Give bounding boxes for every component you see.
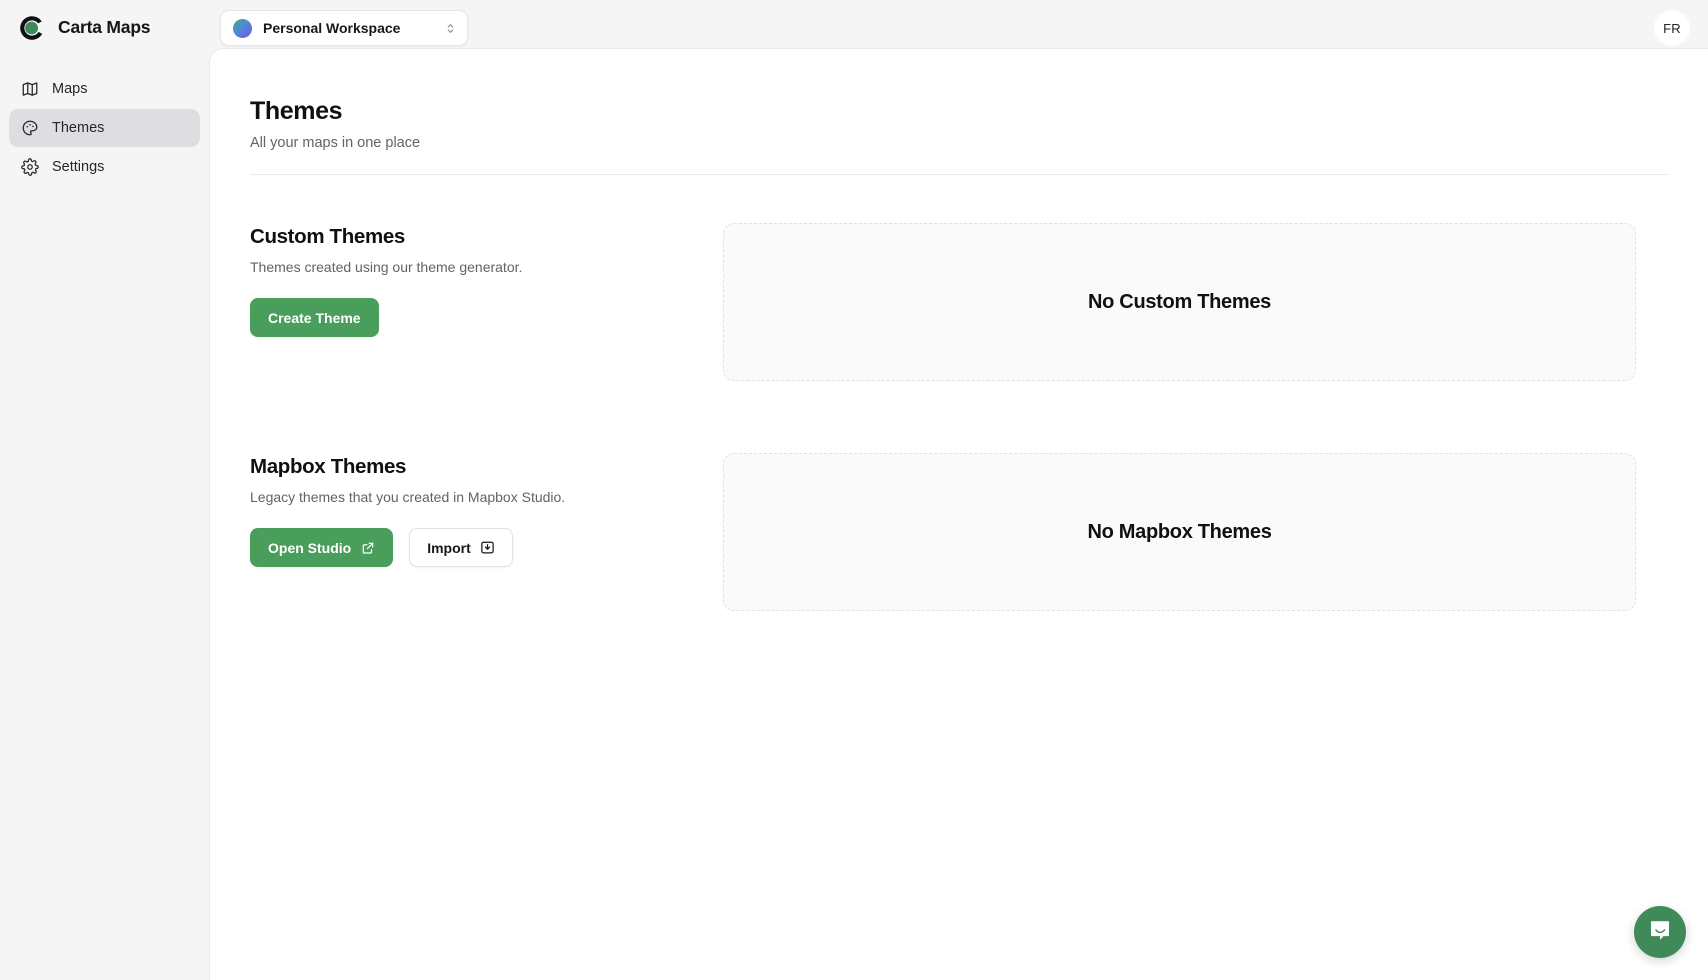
sidebar-item-label-settings: Settings	[52, 158, 105, 175]
workspace-selector[interactable]: Personal Workspace	[220, 10, 468, 46]
brand[interactable]: Carta Maps	[0, 0, 209, 56]
sidebar-item-label-themes: Themes	[52, 119, 105, 136]
sidebar: Carta Maps Maps Themes Settings	[0, 0, 209, 980]
chat-bubble-smile-icon	[1647, 917, 1673, 948]
open-studio-label: Open Studio	[268, 539, 352, 556]
main-content: Themes All your maps in one place Custom…	[209, 48, 1708, 980]
app-root: Carta Maps Maps Themes Settings Personal…	[0, 0, 1708, 980]
mapbox-themes-actions: Open Studio Import	[250, 528, 723, 568]
sidebar-item-label-maps: Maps	[52, 80, 88, 97]
import-button[interactable]: Import	[409, 528, 513, 568]
page-subtitle: All your maps in one place	[250, 134, 421, 151]
user-initials: FR	[1663, 20, 1681, 36]
carta-logo-icon	[18, 14, 46, 42]
palette-icon	[21, 119, 39, 137]
custom-themes-info: Custom Themes Themes created using our t…	[250, 223, 723, 338]
custom-themes-section: Custom Themes Themes created using our t…	[250, 223, 1636, 382]
chat-launcher-button[interactable]	[1634, 906, 1686, 958]
map-icon	[21, 80, 39, 98]
custom-themes-description: Themes created using our theme generator…	[250, 258, 523, 275]
mapbox-themes-info: Mapbox Themes Legacy themes that you cre…	[250, 453, 723, 568]
header-divider	[250, 174, 1669, 176]
gear-icon	[21, 158, 39, 176]
custom-themes-actions: Create Theme	[250, 298, 723, 338]
mapbox-themes-empty-panel: No Mapbox Themes	[723, 453, 1636, 612]
user-avatar[interactable]: FR	[1654, 10, 1690, 46]
page-title: Themes	[250, 97, 343, 125]
sidebar-item-themes[interactable]: Themes	[9, 109, 200, 147]
open-studio-button[interactable]: Open Studio	[250, 528, 394, 568]
sidebar-nav: Maps Themes Settings	[0, 70, 209, 186]
create-theme-label: Create Theme	[268, 309, 361, 326]
mapbox-themes-description: Legacy themes that you created in Mapbox…	[250, 488, 566, 505]
chevron-up-down-icon	[443, 21, 457, 35]
mapbox-themes-title: Mapbox Themes	[250, 455, 407, 479]
workspace-gradient-avatar	[233, 18, 252, 38]
custom-themes-empty-text: No Custom Themes	[1087, 290, 1271, 313]
mapbox-themes-empty-text: No Mapbox Themes	[1087, 520, 1272, 543]
import-download-icon	[480, 540, 495, 555]
sidebar-item-settings[interactable]: Settings	[9, 148, 200, 186]
import-label: Import	[427, 539, 471, 556]
mapbox-themes-section: Mapbox Themes Legacy themes that you cre…	[250, 453, 1636, 612]
workspace-label: Personal Workspace	[263, 20, 401, 36]
create-theme-button[interactable]: Create Theme	[250, 298, 379, 338]
external-link-icon	[360, 540, 375, 555]
brand-name: Carta Maps	[58, 17, 151, 38]
sidebar-item-maps[interactable]: Maps	[9, 70, 200, 108]
custom-themes-title: Custom Themes	[250, 225, 405, 249]
main-inner: Themes All your maps in one place Custom…	[210, 49, 1680, 612]
custom-themes-empty-panel: No Custom Themes	[723, 223, 1636, 382]
